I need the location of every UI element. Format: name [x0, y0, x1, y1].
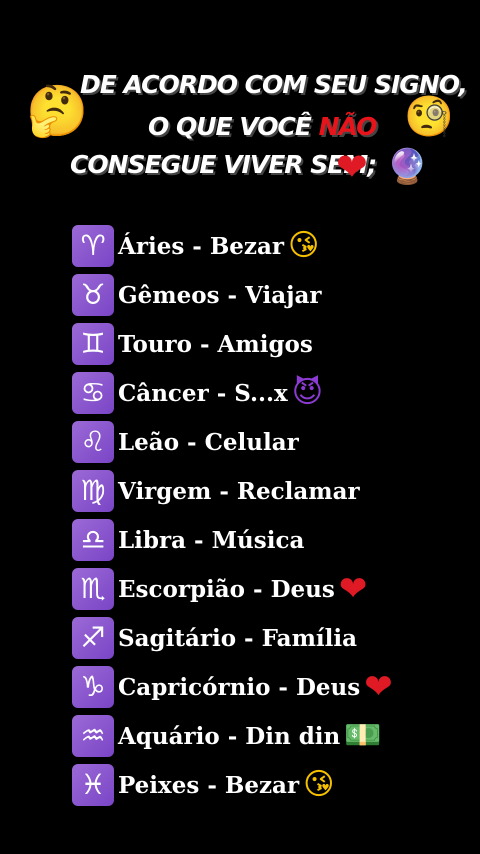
title-line-2-prefix: O QUE VOCÊ: [148, 112, 319, 141]
virgo-icon: ♍: [72, 470, 114, 512]
sagittarius-icon: ♐: [72, 617, 114, 659]
sign-label: Capricórnio - Deus: [118, 673, 361, 701]
devil-face-icon: 😈: [291, 375, 324, 410]
title-line-3: CONSEGUE VIVER SEM;: [70, 150, 377, 179]
list-item: ♍ Virgem - Reclamar: [72, 469, 452, 513]
taurus-icon: ♉: [72, 274, 114, 316]
crystal-ball-icon: 🔮: [386, 147, 429, 187]
heart-icon: ❤: [364, 667, 393, 707]
cancer-icon: ♋: [72, 372, 114, 414]
capricorn-icon: ♑: [72, 666, 114, 708]
libra-icon: ♎: [72, 519, 114, 561]
sign-label: Gêmeos - Viajar: [118, 281, 322, 309]
sign-label: Libra - Música: [118, 526, 305, 554]
pisces-icon: ♓: [72, 764, 114, 806]
sign-label: Áries - Bezar: [118, 232, 284, 260]
thinking-face-icon: 🤔: [26, 82, 89, 140]
kiss-face-icon: 😘: [288, 228, 320, 263]
list-item: ♉ Gêmeos - Viajar: [72, 273, 452, 317]
list-item: ♏ Escorpião - Deus ❤: [72, 567, 452, 611]
title-line-2: O QUE VOCÊ NÃO: [148, 112, 378, 141]
money-icon: 💵: [344, 718, 382, 753]
kiss-face-icon: 😘: [303, 767, 335, 802]
sign-label: Touro - Amigos: [118, 330, 313, 358]
list-item: ♌ Leão - Celular: [72, 420, 452, 464]
aquarius-icon: ♒: [72, 715, 114, 757]
list-item: ♋ Câncer - S...x 😈: [72, 371, 452, 415]
gemini-icon: ♊: [72, 323, 114, 365]
sign-label: Câncer - S...x: [118, 379, 288, 407]
sign-label: Aquário - Din din: [118, 722, 341, 750]
sign-label: Escorpião - Deus: [118, 575, 335, 603]
monocle-face-icon: 🧐: [404, 94, 454, 140]
sign-label: Peixes - Bezar: [118, 771, 300, 799]
scorpio-icon: ♏: [72, 568, 114, 610]
aries-icon: ♈: [72, 225, 114, 267]
list-item: ♒ Aquário - Din din 💵: [72, 714, 452, 758]
list-item: ♎ Libra - Música: [72, 518, 452, 562]
title-highlight-nao: NÃO: [318, 112, 378, 141]
list-item: ♐ Sagitário - Família: [72, 616, 452, 660]
sign-label: Leão - Celular: [118, 428, 299, 456]
sign-label: Sagitário - Família: [118, 624, 358, 652]
list-item: ♈ Áries - Bezar 😘: [72, 224, 452, 268]
heart-icon: ❤: [336, 145, 368, 189]
list-item: ♓ Peixes - Bezar 😘: [72, 763, 452, 807]
list-item: ♑ Capricórnio - Deus ❤: [72, 665, 452, 709]
heart-icon: ❤: [338, 569, 368, 609]
list-item: ♊ Touro - Amigos: [72, 322, 452, 366]
header: 🤔 DE ACORDO COM SEU SIGNO, 🧐 O QUE VOCÊ …: [0, 0, 480, 210]
sign-label: Virgem - Reclamar: [118, 477, 360, 505]
leo-icon: ♌: [72, 421, 114, 463]
